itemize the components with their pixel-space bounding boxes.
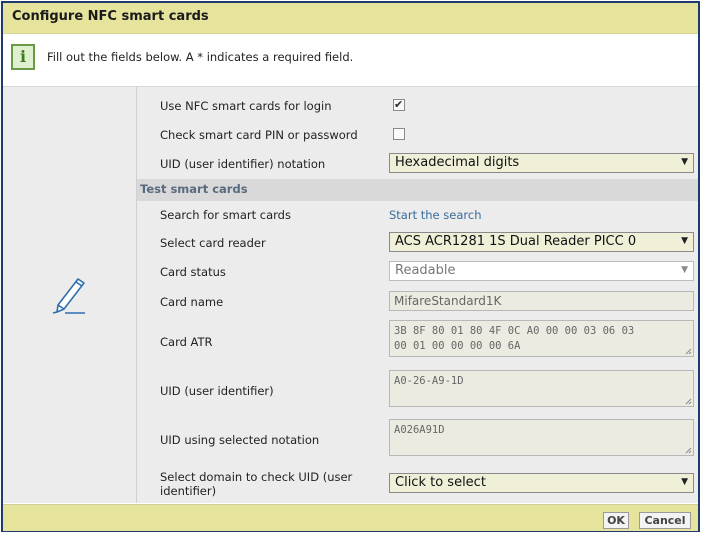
dropdown-arrow-icon: ▼: [681, 236, 688, 246]
domain-value: Click to select: [395, 475, 486, 490]
left-icon-column: [3, 87, 137, 503]
card-name-value: MifareStandard1K: [394, 294, 502, 308]
uid-notation-label: UID (user identifier) notation: [160, 157, 326, 171]
card-name-label: Card name: [160, 295, 224, 309]
uid-selected-field[interactable]: A026A91D: [389, 419, 694, 456]
card-status-select: Readable ▼: [389, 261, 694, 281]
uid-selected-value: A026A91D: [394, 424, 445, 436]
use-nfc-checkbox[interactable]: [393, 98, 405, 111]
use-nfc-label: Use NFC smart cards for login: [160, 99, 332, 113]
dialog-titlebar: Configure NFC smart cards: [3, 3, 698, 34]
uid-label: UID (user identifier): [160, 384, 274, 398]
cancel-button[interactable]: Cancel: [639, 512, 691, 529]
card-atr-value: 3B 8F 80 01 80 4F 0C A0 00 00 03 06 03 0…: [394, 325, 635, 352]
dialog-footer: OK Cancel: [3, 504, 698, 531]
dropdown-arrow-icon: ▼: [681, 265, 688, 275]
info-icon: i: [11, 44, 35, 70]
dropdown-arrow-icon: ▼: [681, 477, 688, 487]
uid-field[interactable]: A0-26-A9-1D: [389, 370, 694, 407]
ok-button[interactable]: OK: [603, 512, 629, 529]
search-label: Search for smart cards: [160, 208, 291, 222]
uid-notation-select[interactable]: Hexadecimal digits ▼: [389, 153, 694, 173]
card-status-value: Readable: [395, 263, 456, 278]
card-status-label: Card status: [160, 265, 226, 279]
uid-value: A0-26-A9-1D: [394, 375, 464, 387]
resize-grip-icon[interactable]: [685, 398, 692, 405]
form-content: Use NFC smart cards for login Check smar…: [137, 87, 698, 503]
check-pin-checkbox[interactable]: [393, 128, 405, 140]
start-search-link[interactable]: Start the search: [389, 208, 481, 222]
dropdown-arrow-icon: ▼: [681, 157, 688, 167]
resize-grip-icon[interactable]: [685, 348, 692, 355]
dialog-title: Configure NFC smart cards: [12, 9, 209, 24]
domain-select[interactable]: Click to select ▼: [389, 473, 694, 493]
info-bar: i Fill out the fields below. A * indicat…: [3, 34, 698, 87]
info-text: Fill out the fields below. A * indicates…: [47, 50, 354, 64]
uid-notation-value: Hexadecimal digits: [395, 155, 520, 170]
configure-nfc-dialog: Configure NFC smart cards i Fill out the…: [1, 1, 700, 532]
card-atr-label: Card ATR: [160, 335, 213, 349]
card-reader-label: Select card reader: [160, 236, 266, 250]
section-title: Test smart cards: [140, 182, 248, 196]
uid-selected-label: UID using selected notation: [160, 433, 320, 447]
check-pin-label: Check smart card PIN or password: [160, 128, 358, 142]
card-reader-value: ACS ACR1281 1S Dual Reader PICC 0: [395, 234, 637, 249]
card-atr-field[interactable]: 3B 8F 80 01 80 4F 0C A0 00 00 03 06 03 0…: [389, 320, 694, 357]
pencil-icon: [52, 278, 85, 314]
resize-grip-icon[interactable]: [685, 447, 692, 454]
domain-label: Select domain to check UID (user identif…: [160, 470, 353, 498]
card-reader-select[interactable]: ACS ACR1281 1S Dual Reader PICC 0 ▼: [389, 232, 694, 252]
test-smart-cards-header: Test smart cards: [137, 179, 698, 201]
card-name-field: MifareStandard1K: [389, 291, 694, 311]
